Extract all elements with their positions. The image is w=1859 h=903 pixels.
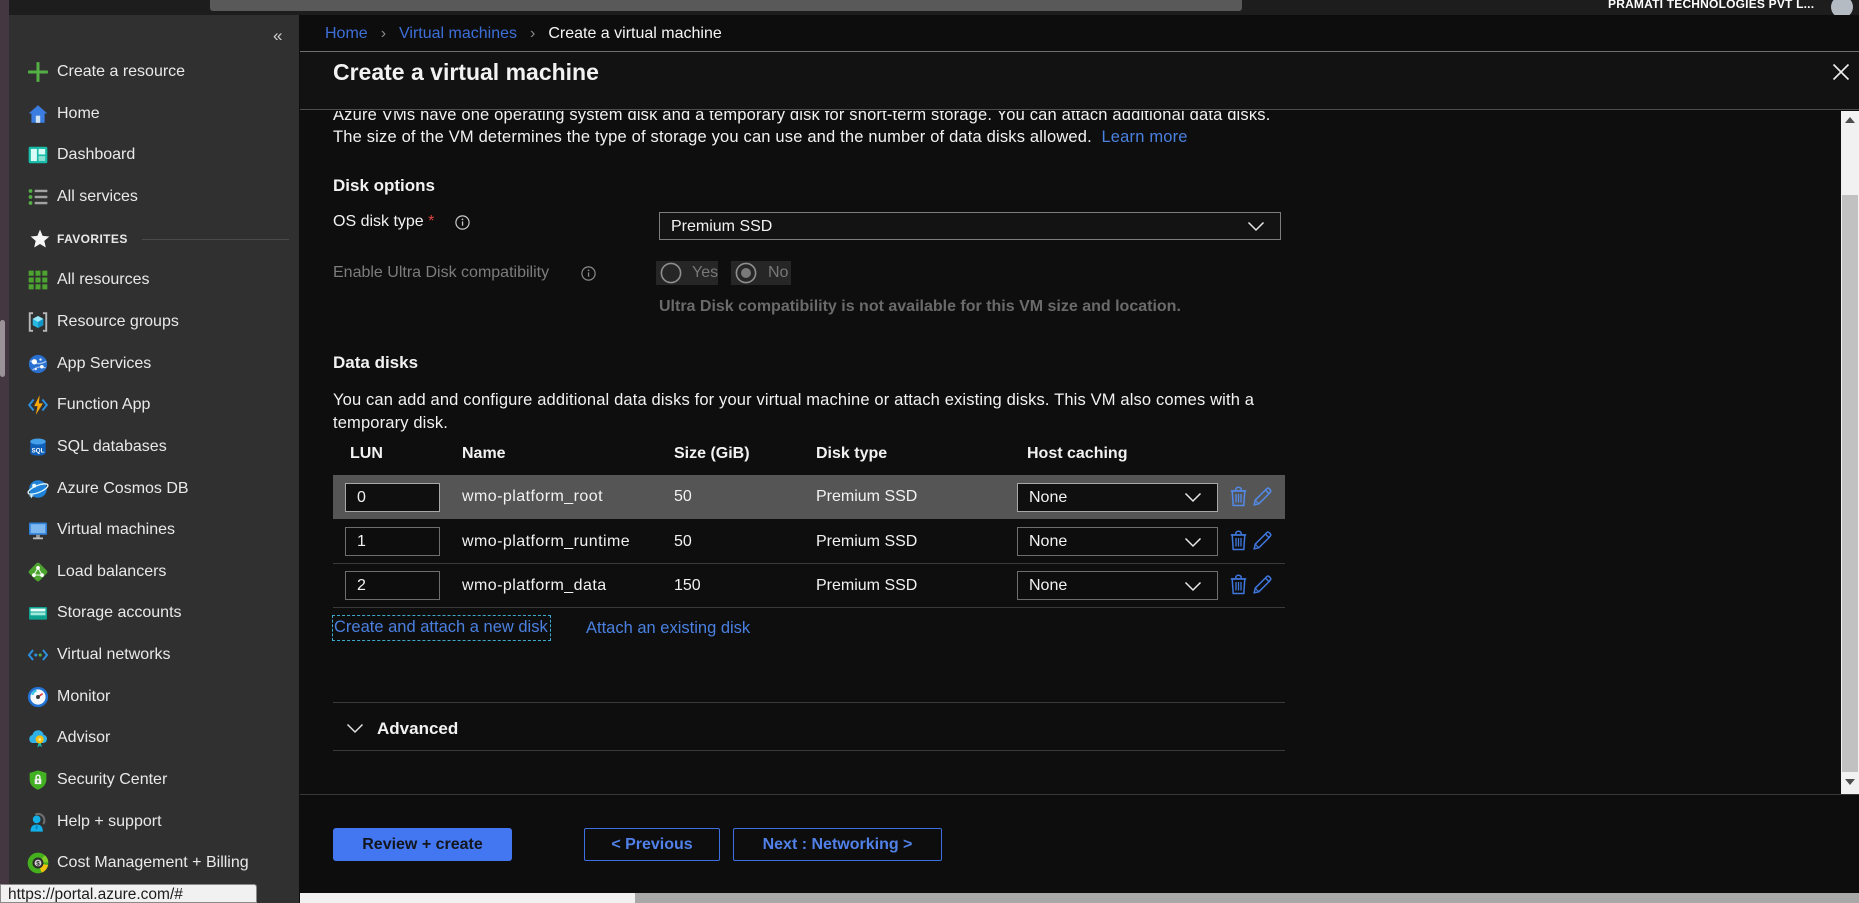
svg-text:$: $ <box>36 861 40 868</box>
svg-text:SQL: SQL <box>32 447 45 454</box>
